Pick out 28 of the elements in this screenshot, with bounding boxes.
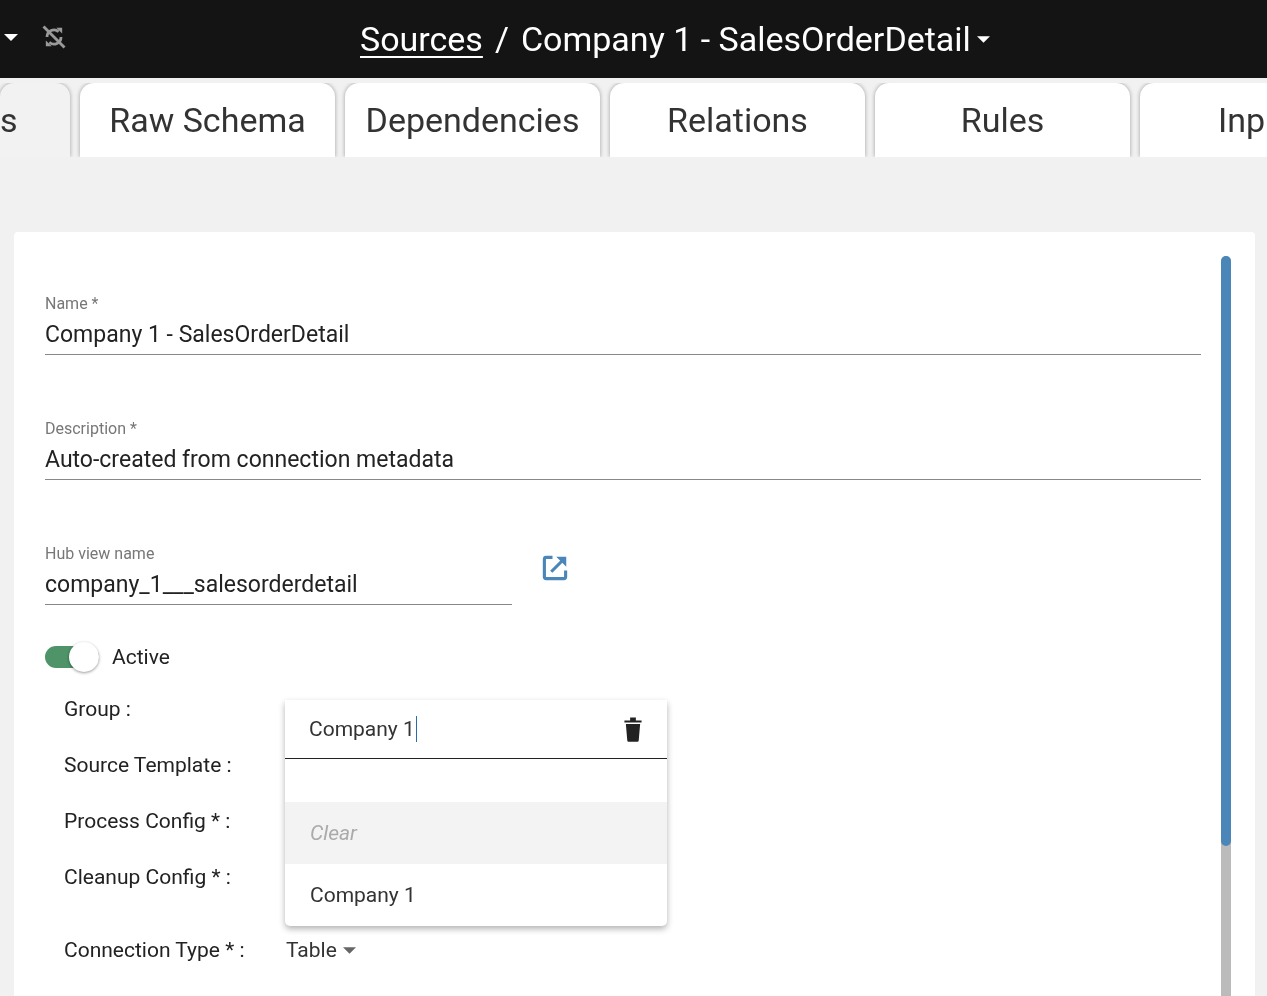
caret-icon <box>342 946 356 954</box>
tab[interactable]: s <box>0 83 70 157</box>
breadcrumb-separator: / <box>494 19 509 59</box>
tab[interactable]: Inp <box>1140 83 1267 157</box>
sync-off-icon[interactable] <box>40 23 68 51</box>
text-field[interactable]: Description * Auto-created from connection metadata <box>45 419 1201 480</box>
search-field[interactable]: Company 1 <box>285 700 667 759</box>
select-dropdown[interactable]: Table <box>286 938 356 962</box>
tab[interactable]: Relations <box>610 83 865 157</box>
form-label: Process Config * : <box>64 809 232 833</box>
form-label: Connection Type * : <box>64 938 246 962</box>
trash-icon[interactable] <box>623 716 643 742</box>
form-label: Group : <box>64 697 132 721</box>
form-label: Cleanup Config * : <box>64 865 232 889</box>
breadcrumb-link[interactable]: Sources <box>360 19 483 59</box>
text-field[interactable]: Name * Company 1 - SalesOrderDetail <box>45 294 1201 355</box>
caret-icon[interactable] <box>4 34 18 41</box>
caret-icon <box>976 35 990 43</box>
tab[interactable]: Dependencies <box>345 83 600 157</box>
scrollbar[interactable] <box>1221 256 1231 996</box>
external-link-icon[interactable] <box>540 553 570 583</box>
form-label: Source Template : <box>64 753 233 777</box>
page-title-dropdown[interactable]: Company 1 - SalesOrderDetail <box>520 19 990 59</box>
text-field[interactable]: Hub view name company_1___salesorderdetail <box>45 544 512 605</box>
tab[interactable]: Rules <box>875 83 1130 157</box>
toggle-label: Active <box>112 645 170 669</box>
tab[interactable]: Raw Schema <box>80 83 335 157</box>
dropdown-option[interactable]: Company 1 <box>285 864 667 926</box>
